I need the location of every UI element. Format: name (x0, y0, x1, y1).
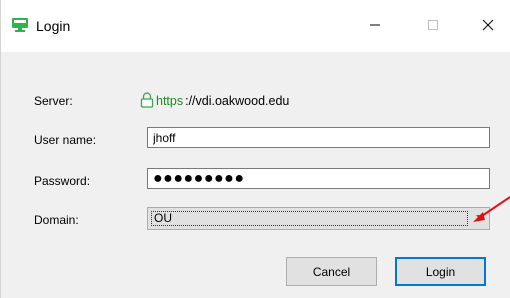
minimize-button[interactable] (352, 0, 398, 52)
username-label: User name: (34, 133, 97, 147)
close-button[interactable] (465, 0, 510, 52)
login-button[interactable]: Login (395, 257, 486, 286)
password-label: Password: (34, 174, 91, 188)
maximize-button[interactable] (410, 0, 456, 52)
domain-select[interactable]: OU (147, 207, 490, 230)
annotation-arrow-icon (467, 195, 510, 225)
monitor-icon (11, 17, 29, 33)
server-host: ://vdi.oakwood.edu (185, 94, 290, 108)
server-address: https://vdi.oakwood.edu (140, 91, 290, 111)
login-dialog: Login Server: https://vdi.oakwood.edu U (0, 0, 510, 298)
server-scheme: https (156, 94, 184, 108)
password-input[interactable] (147, 168, 490, 189)
close-icon (482, 19, 494, 34)
domain-value: OU (151, 211, 468, 226)
domain-label: Domain: (34, 213, 79, 227)
maximize-icon (427, 19, 439, 34)
title-bar[interactable]: Login (1, 0, 510, 52)
cancel-button[interactable]: Cancel (286, 257, 377, 286)
minimize-icon (369, 19, 381, 34)
username-input[interactable] (147, 127, 490, 148)
lock-icon (140, 91, 154, 111)
window-title: Login (36, 18, 71, 34)
server-label: Server: (34, 94, 73, 108)
